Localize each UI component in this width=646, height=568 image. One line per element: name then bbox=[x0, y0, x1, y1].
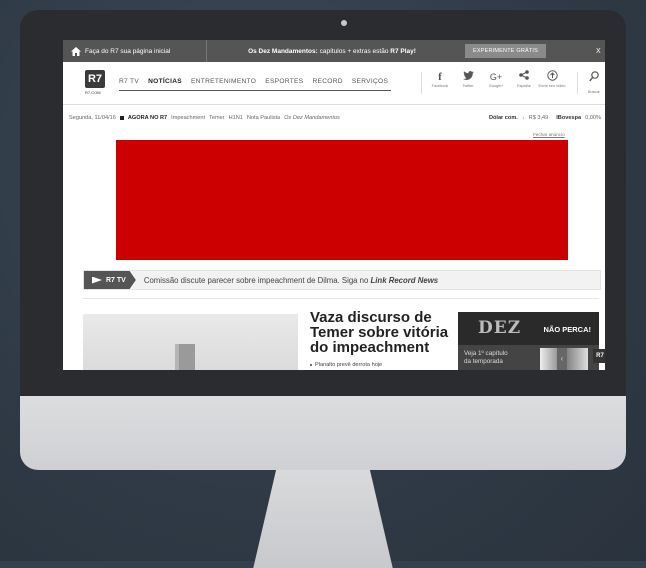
dolar-label: Dólar com. bbox=[488, 115, 518, 121]
ticker-text-body: Comissão discute parecer sobre impeachme… bbox=[143, 275, 371, 285]
close-ad-link[interactable]: Fechar anúncio bbox=[533, 132, 565, 137]
search-button[interactable]: Buscar bbox=[588, 70, 600, 94]
play-icon bbox=[92, 276, 102, 284]
header-divider bbox=[421, 72, 422, 94]
share-icon bbox=[519, 70, 529, 84]
nav-servicos[interactable]: SERVIÇOS bbox=[352, 78, 388, 85]
browser-screen: Faça do R7 sua página inicial Os Dez Man… bbox=[63, 40, 605, 370]
facebook-icon: f bbox=[438, 71, 442, 83]
topic-link-impeachment[interactable]: Impeachment bbox=[171, 115, 205, 121]
upload-label: Envie seu vídeo bbox=[538, 84, 566, 88]
home-icon bbox=[71, 46, 81, 56]
topic-link-nota-paulista[interactable]: Nota Paulista bbox=[247, 115, 280, 121]
facebook-button[interactable]: f Facebook bbox=[428, 70, 452, 88]
dolar-arrow-icon: ↓ bbox=[521, 115, 525, 121]
r7-small-logo: R7 bbox=[593, 349, 605, 363]
ibovespa-label: IBovespa bbox=[556, 115, 582, 121]
nav-entretenimento[interactable]: ENTRETENIMENTO bbox=[191, 78, 256, 85]
nav-r7tv[interactable]: R7 TV bbox=[119, 78, 139, 85]
nav-noticias[interactable]: NOTÍCIAS bbox=[148, 78, 182, 85]
nao-perca-label: NÃO PERCA! bbox=[543, 325, 591, 334]
upload-video-button[interactable]: Envie seu vídeo bbox=[538, 70, 566, 88]
twitter-icon bbox=[462, 70, 474, 84]
news-bullet-text: Planalto prevê derrota hoje bbox=[315, 362, 383, 368]
try-free-button[interactable]: EXPERIMENTE GRÁTIS bbox=[465, 44, 547, 58]
ticker-text: Comissão discute parecer sobre impeachme… bbox=[144, 276, 438, 285]
dez-mandamentos-banner[interactable]: DEZ NÃO PERCA! bbox=[458, 312, 599, 345]
veja-capitulo-text: Veja 1º capítulo da temporada bbox=[464, 350, 508, 365]
share-label: Espalhe bbox=[517, 84, 531, 88]
date-bar-left: Segunda, 11/04/16 AGORA NO R7 Impeachmen… bbox=[63, 115, 340, 121]
nav-esportes[interactable]: ESPORTES bbox=[265, 78, 303, 85]
promo-msg-end: R7 Play! bbox=[390, 47, 416, 55]
topic-link-temer[interactable]: Temer bbox=[209, 115, 225, 121]
r7tv-badge-label: R7 TV bbox=[106, 276, 126, 284]
main-nav: R7 TV NOTÍCIAS ENTRETENIMENTO ESPORTES R… bbox=[119, 78, 388, 85]
chevron-left-icon[interactable]: ‹ bbox=[557, 348, 567, 370]
social-links: f Facebook Twitter G+ Google+ Espalhe En… bbox=[428, 70, 566, 88]
share-button[interactable]: Espalhe bbox=[512, 70, 536, 88]
veja-capitulo-promo[interactable]: Veja 1º capítulo da temporada R7 bbox=[458, 345, 605, 370]
r7tv-ticker[interactable]: R7 TV Comissão discute parecer sobre imp… bbox=[83, 270, 601, 290]
topic-link-dez-mandamentos[interactable]: Os Dez Mandamentos bbox=[284, 115, 340, 121]
facebook-label: Facebook bbox=[431, 84, 449, 88]
site-header: R7 R7.COM R7 TV NOTÍCIAS ENTRETENIMENTO … bbox=[63, 62, 605, 105]
section-divider bbox=[83, 298, 599, 299]
search-label: Buscar bbox=[588, 90, 600, 94]
square-icon bbox=[119, 116, 124, 120]
r7-logo[interactable]: R7 bbox=[85, 70, 105, 88]
camera-dot bbox=[341, 20, 347, 26]
twitter-label: Twitter bbox=[462, 84, 474, 88]
home-link-label: Faça do R7 sua página inicial bbox=[85, 47, 171, 55]
ticker-link[interactable]: Link Record News bbox=[371, 276, 439, 285]
news-bullet[interactable]: Planalto prevê derrota hoje bbox=[310, 362, 382, 368]
r7tv-badge: R7 TV bbox=[84, 271, 136, 289]
congress-building-image bbox=[175, 344, 195, 370]
promo-msg-bold: Os Dez Mandamentos: bbox=[248, 47, 318, 55]
r7-logo-sub: R7.COM bbox=[85, 90, 101, 95]
nav-underline bbox=[119, 90, 391, 91]
search-icon bbox=[589, 70, 599, 88]
monitor-chin bbox=[20, 396, 626, 470]
ibovespa-value: 0,00% bbox=[585, 115, 601, 121]
topic-link-h1n1[interactable]: H1N1 bbox=[229, 115, 243, 121]
promo-bar: Faça do R7 sua página inicial Os Dez Man… bbox=[63, 40, 605, 62]
dez-logo: DEZ bbox=[478, 318, 522, 338]
google-plus-icon: G+ bbox=[489, 72, 503, 82]
google-plus-label: Google+ bbox=[488, 84, 504, 88]
upload-icon bbox=[546, 70, 558, 84]
current-date: Segunda, 11/04/16 bbox=[69, 115, 116, 121]
bullet-icon bbox=[310, 364, 312, 366]
agora-label: AGORA NO R7 bbox=[127, 115, 168, 121]
date-bar: Segunda, 11/04/16 AGORA NO R7 Impeachmen… bbox=[63, 112, 605, 124]
ad-banner[interactable] bbox=[116, 140, 568, 260]
news-headline[interactable]: Vaza discurso de Temer sobre vitória do … bbox=[310, 310, 450, 355]
header-divider-2 bbox=[577, 72, 578, 94]
promo-message[interactable]: Os Dez Mandamentos: capítulos + extras e… bbox=[207, 48, 457, 55]
news-photo[interactable] bbox=[83, 314, 298, 370]
google-plus-button[interactable]: G+ Google+ bbox=[484, 70, 508, 88]
promo-msg-rest: capítulos + extras estão bbox=[317, 47, 391, 55]
close-promo-button[interactable]: X bbox=[596, 48, 601, 55]
market-info: Dólar com. ↓ R$ 3,49 IBovespa 0,00% bbox=[489, 115, 601, 121]
nav-record[interactable]: RECORD bbox=[312, 78, 342, 85]
twitter-button[interactable]: Twitter bbox=[456, 70, 480, 88]
home-link[interactable]: Faça do R7 sua página inicial bbox=[63, 46, 206, 56]
dolar-value: R$ 3,49 bbox=[528, 115, 549, 121]
